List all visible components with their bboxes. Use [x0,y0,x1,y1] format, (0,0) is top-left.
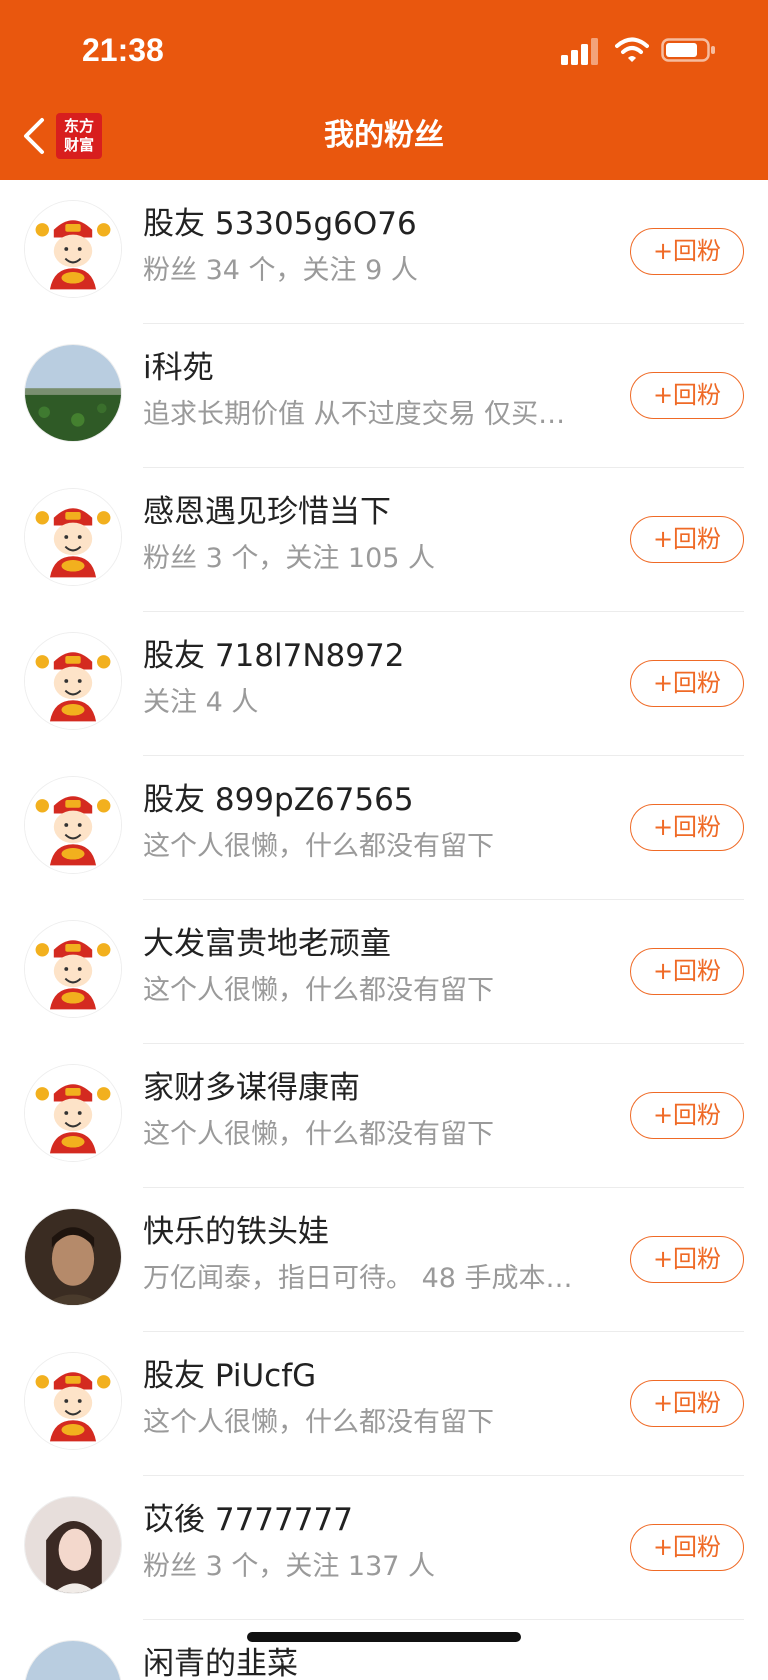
fan-name: i科苑 [143,350,214,386]
fan-name: 快乐的铁头娃 [143,1214,329,1250]
fan-name: 大发富贵地老顽童 [143,926,391,962]
follow-back-button[interactable]: +回粉 [630,228,744,275]
home-indicator [247,1632,521,1642]
fan-list-item[interactable]: i科苑追求长期价值 从不过度交易 仅买… +回粉 [0,324,768,468]
fan-list-item[interactable]: 股友 PiUcfG 这个人很懒，什么都没有留下 +回粉 [0,1332,768,1476]
follow-back-button[interactable]: +回粉 [630,1092,744,1139]
fan-list-item[interactable]: 家财多谋得康南这个人很懒，什么都没有留下 +回粉 [0,1044,768,1188]
follow-back-button[interactable]: +回粉 [630,948,744,995]
cellular-signal-icon [561,38,598,65]
fan-name: 闲青的韭菜 [143,1646,298,1680]
fan-name: 感恩遇见珍惜当下 [143,494,391,530]
avatar[interactable] [24,1064,122,1162]
avatar[interactable] [24,1352,122,1450]
fan-list-item[interactable]: 股友 899pZ67565 这个人很懒，什么都没有留下 +回粉 [0,756,768,900]
wifi-icon [615,37,649,62]
page-title: 我的粉丝 [324,118,444,153]
fan-description: 这个人很懒，什么都没有留下 [143,831,494,862]
avatar[interactable] [24,200,122,298]
status-time: 21:38 [82,32,164,68]
fan-name: 股友 53305g6O76 [143,206,417,242]
fan-name: 股友 PiUcfG [143,1358,317,1394]
follow-back-button[interactable]: +回粉 [630,516,744,563]
fan-description: 这个人很懒，什么都没有留下 [143,1119,494,1150]
fan-list-item[interactable]: 股友 53305g6O76 粉丝 34 个，关注 9 人 +回粉 [0,180,768,324]
fan-name: 股友 899pZ67565 [143,782,414,818]
fan-list-item[interactable]: 苡後 7777777 粉丝 3 个，关注 137 人 +回粉 [0,1476,768,1620]
follow-back-button[interactable]: +回粉 [630,372,744,419]
follow-back-button[interactable]: +回粉 [630,804,744,851]
battery-icon [661,38,715,62]
avatar[interactable] [24,1208,122,1306]
avatar[interactable] [24,920,122,1018]
fan-description: 粉丝 3 个，关注 137 人 [143,1551,436,1582]
fan-list-item[interactable]: 闲青的韭菜 [0,1620,768,1680]
fan-list-item[interactable]: 感恩遇见珍惜当下粉丝 3 个，关注 105 人 +回粉 [0,468,768,612]
fan-name: 苡後 7777777 [143,1502,353,1538]
fan-description: 粉丝 3 个，关注 105 人 [143,543,436,574]
avatar[interactable] [24,344,122,442]
avatar[interactable] [24,632,122,730]
avatar[interactable] [24,776,122,874]
avatar[interactable] [24,1496,122,1594]
fans-list: 股友 53305g6O76 粉丝 34 个，关注 9 人 +回粉 i科苑 追求长期价值 … [0,180,768,1680]
fan-list-item[interactable]: 大发富贵地老顽童这个人很懒，什么都没有留下 +回粉 [0,900,768,1044]
follow-back-button[interactable]: +回粉 [630,1524,744,1571]
fan-description: 这个人很懒，什么都没有留下 [143,975,494,1006]
fan-list-item[interactable]: 股友 718l7N8972 关注 4 人 +回粉 [0,612,768,756]
avatar[interactable] [24,1640,122,1680]
fan-name: 家财多谋得康南 [143,1070,360,1106]
follow-back-button[interactable]: +回粉 [630,1380,744,1427]
fan-list-item[interactable]: 快乐的铁头娃万亿闻泰，指日可待。 48 手成本… +回粉 [0,1188,768,1332]
fan-description: 万亿闻泰，指日可待。 48 手成本… [143,1263,573,1294]
follow-back-button[interactable]: +回粉 [630,1236,744,1283]
avatar[interactable] [24,488,122,586]
fan-description: 粉丝 34 个，关注 9 人 [143,255,418,286]
follow-back-button[interactable]: +回粉 [630,660,744,707]
fan-description: 关注 4 人 [143,687,259,718]
fan-description: 这个人很懒，什么都没有留下 [143,1407,494,1438]
app-header: 21:38 东方 财富 我的粉丝 [0,0,768,180]
fan-description: 追求长期价值 从不过度交易 仅买… [143,399,566,430]
fan-name: 股友 718l7N8972 [143,638,405,674]
